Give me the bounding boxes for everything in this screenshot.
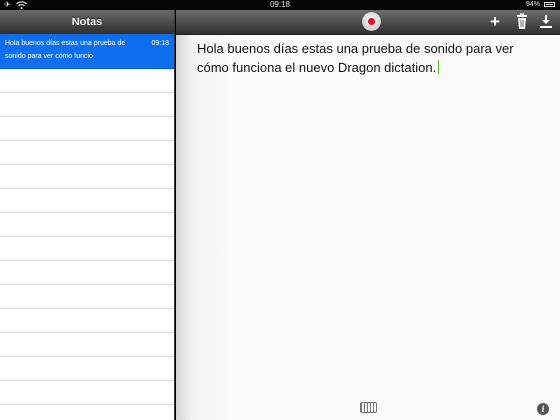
note-list: Hola buenos días estas una prueba de son… — [0, 34, 174, 420]
empty-list-row — [0, 93, 174, 117]
record-button[interactable] — [362, 12, 381, 31]
note-text-area[interactable]: Hola buenos días estas una prueba de son… — [197, 39, 547, 77]
empty-list-row — [0, 237, 174, 261]
empty-list-row — [0, 381, 174, 405]
empty-list-row — [0, 117, 174, 141]
note-time: 09:18 — [151, 40, 169, 47]
empty-list-row — [0, 141, 174, 165]
empty-list-row — [0, 261, 174, 285]
empty-list-row — [0, 333, 174, 357]
note-preview: Hola buenos días estas una prueba de son… — [5, 40, 126, 60]
empty-list-row — [0, 309, 174, 333]
empty-list-row — [0, 357, 174, 381]
notes-sidebar: Notas Hola buenos días estas una prueba … — [0, 10, 175, 420]
info-icon[interactable]: i — [537, 403, 549, 415]
empty-list-row — [0, 189, 174, 213]
sidebar-title: Notas — [0, 10, 174, 35]
text-cursor — [438, 60, 440, 74]
status-bar: ✈ 09:18 94% — [0, 0, 560, 10]
note-text: Hola buenos días estas una prueba de son… — [197, 41, 514, 75]
toolbar: + — [176, 10, 560, 35]
battery-percent: 94% — [525, 1, 540, 8]
empty-list-row — [0, 69, 174, 93]
status-time: 09:18 — [269, 0, 291, 9]
keyboard-icon[interactable] — [360, 402, 377, 413]
empty-list-row — [0, 213, 174, 237]
add-icon[interactable]: + — [487, 13, 503, 31]
empty-list-row — [0, 285, 174, 309]
note-editor[interactable]: Hola buenos días estas una prueba de son… — [176, 35, 560, 420]
trash-icon[interactable] — [514, 13, 530, 31]
export-icon[interactable] — [538, 13, 554, 31]
battery-icon — [544, 2, 555, 7]
note-list-item-selected[interactable]: Hola buenos días estas una prueba de son… — [0, 34, 174, 69]
empty-list-row — [0, 165, 174, 189]
